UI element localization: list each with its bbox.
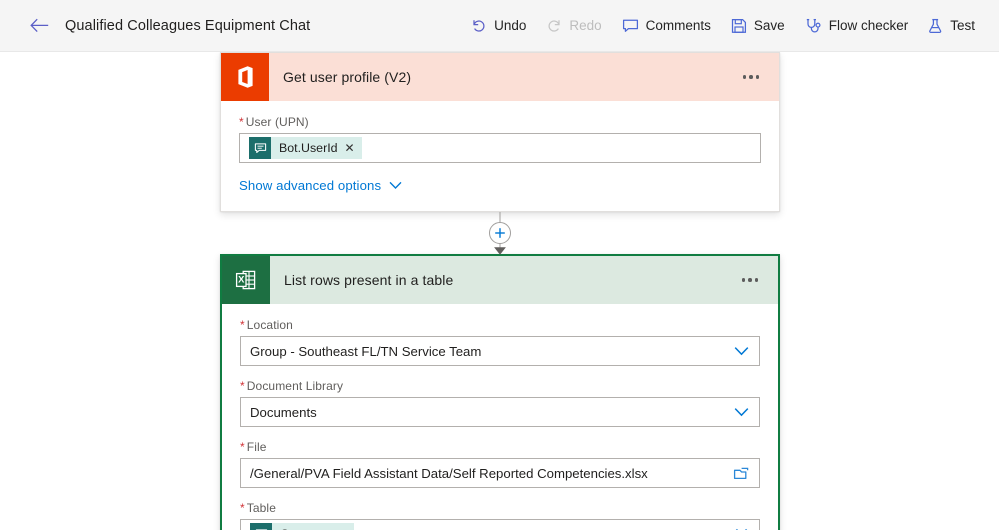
flow-checker-button[interactable]: Flow checker bbox=[795, 11, 919, 41]
card-header[interactable]: X List rows present in a table bbox=[222, 256, 778, 304]
field-label-text: Location bbox=[246, 318, 293, 332]
chevron-down-icon[interactable] bbox=[729, 398, 753, 426]
redo-icon bbox=[546, 18, 562, 34]
show-advanced-options-label: Show advanced options bbox=[239, 178, 382, 193]
page-title: Qualified Colleagues Equipment Chat bbox=[65, 17, 311, 34]
token-chip-text: Bot.UserId ✕ bbox=[271, 137, 362, 159]
arrow-left-icon bbox=[29, 18, 48, 33]
field-label-text: Document Library bbox=[246, 379, 344, 393]
close-icon[interactable]: ✕ bbox=[345, 142, 355, 154]
redo-label: Redo bbox=[569, 18, 602, 33]
field-label: * Table bbox=[240, 501, 760, 515]
field-label: * User (UPN) bbox=[239, 115, 761, 129]
comments-button[interactable]: Comments bbox=[612, 11, 721, 41]
card-overflow-menu-button[interactable] bbox=[738, 272, 763, 288]
action-card-list-rows-present-in-a-table[interactable]: X List rows present in a table * Locatio… bbox=[220, 254, 780, 530]
save-button[interactable]: Save bbox=[721, 11, 795, 41]
add-step-button[interactable] bbox=[489, 222, 511, 244]
ellipsis-icon bbox=[748, 278, 752, 282]
token-container: Catagory ✕ bbox=[250, 523, 729, 530]
card-body: * Location Group - Southeast FL/TN Servi… bbox=[222, 304, 778, 530]
file-input[interactable]: /General/PVA Field Assistant Data/Self R… bbox=[240, 458, 760, 488]
field-label: * Location bbox=[240, 318, 760, 332]
show-advanced-options-link[interactable]: Show advanced options bbox=[239, 178, 402, 193]
token-chip-text: Catagory ✕ bbox=[272, 523, 354, 530]
undo-icon bbox=[471, 18, 487, 34]
command-bar: Qualified Colleagues Equipment Chat Undo… bbox=[0, 0, 999, 52]
field-label-text: File bbox=[246, 440, 267, 454]
field-label-text: User (UPN) bbox=[245, 115, 309, 129]
bot-chat-icon bbox=[249, 137, 271, 159]
card-title: Get user profile (V2) bbox=[283, 69, 412, 85]
office365-icon bbox=[221, 53, 269, 101]
folder-picker-icon[interactable] bbox=[729, 459, 753, 487]
required-asterisk: * bbox=[240, 440, 245, 454]
chevron-down-icon bbox=[389, 181, 402, 189]
save-label: Save bbox=[753, 18, 785, 33]
arrow-down-icon bbox=[494, 247, 506, 255]
file-value: /General/PVA Field Assistant Data/Self R… bbox=[250, 465, 648, 481]
location-dropdown[interactable]: Group - Southeast FL/TN Service Team bbox=[240, 336, 760, 366]
field-user-upn: * User (UPN) Bot.UserId ✕ bbox=[239, 115, 761, 163]
required-asterisk: * bbox=[240, 379, 245, 393]
required-asterisk: * bbox=[240, 501, 245, 515]
card-title: List rows present in a table bbox=[284, 272, 454, 288]
token-chip-bot-userid[interactable]: Bot.UserId ✕ bbox=[249, 137, 362, 159]
plus-icon bbox=[495, 228, 505, 238]
required-asterisk: * bbox=[239, 115, 244, 129]
document-library-value: Documents bbox=[250, 404, 317, 420]
ellipsis-icon bbox=[741, 278, 745, 282]
action-card-get-user-profile[interactable]: Get user profile (V2) * User (UPN) Bot.U… bbox=[220, 52, 780, 212]
location-value: Group - Southeast FL/TN Service Team bbox=[250, 343, 482, 359]
back-button[interactable] bbox=[22, 9, 56, 43]
card-header[interactable]: Get user profile (V2) bbox=[221, 53, 779, 101]
flow-steps-column: Get user profile (V2) * User (UPN) Bot.U… bbox=[220, 52, 780, 530]
field-label-text: Table bbox=[246, 501, 276, 515]
toolbar: Undo Redo Comments Save Flow checker Tes… bbox=[461, 11, 985, 41]
token-label: Bot.UserId bbox=[279, 141, 338, 155]
ellipsis-icon bbox=[742, 75, 746, 79]
test-button[interactable]: Test bbox=[918, 11, 985, 41]
token-chip-catagory[interactable]: Catagory ✕ bbox=[250, 523, 355, 530]
table-input[interactable]: Catagory ✕ bbox=[240, 519, 760, 530]
ellipsis-icon bbox=[749, 75, 753, 79]
flow-canvas[interactable]: Get user profile (V2) * User (UPN) Bot.U… bbox=[0, 52, 999, 530]
field-file: * File /General/PVA Field Assistant Data… bbox=[240, 440, 760, 488]
field-document-library: * Document Library Documents bbox=[240, 379, 760, 427]
field-table: * Table bbox=[240, 501, 760, 530]
save-icon bbox=[731, 18, 747, 34]
excel-icon: X bbox=[222, 256, 270, 304]
field-label: * Document Library bbox=[240, 379, 760, 393]
user-upn-input[interactable]: Bot.UserId ✕ bbox=[239, 133, 761, 163]
card-body: * User (UPN) Bot.UserId ✕ Show advanced … bbox=[221, 101, 779, 211]
beaker-icon bbox=[928, 18, 943, 34]
field-location: * Location Group - Southeast FL/TN Servi… bbox=[240, 318, 760, 366]
connector-arrow bbox=[492, 243, 509, 261]
redo-button[interactable]: Redo bbox=[536, 11, 611, 41]
stethoscope-icon bbox=[805, 18, 822, 34]
bot-chat-icon bbox=[250, 523, 272, 530]
svg-text:X: X bbox=[238, 273, 245, 284]
token-container: Bot.UserId ✕ bbox=[249, 137, 754, 159]
ellipsis-icon bbox=[754, 278, 758, 282]
undo-label: Undo bbox=[494, 18, 527, 33]
comment-icon bbox=[622, 18, 639, 34]
undo-button[interactable]: Undo bbox=[461, 11, 536, 41]
chevron-down-icon[interactable] bbox=[729, 337, 753, 365]
field-label: * File bbox=[240, 440, 760, 454]
required-asterisk: * bbox=[240, 318, 245, 332]
step-connector bbox=[220, 212, 780, 255]
document-library-dropdown[interactable]: Documents bbox=[240, 397, 760, 427]
flow-checker-label: Flow checker bbox=[828, 18, 909, 33]
card-overflow-menu-button[interactable] bbox=[739, 69, 764, 85]
clear-x-icon[interactable] bbox=[729, 520, 753, 530]
ellipsis-icon bbox=[755, 75, 759, 79]
comments-label: Comments bbox=[645, 18, 711, 33]
test-label: Test bbox=[950, 18, 975, 33]
